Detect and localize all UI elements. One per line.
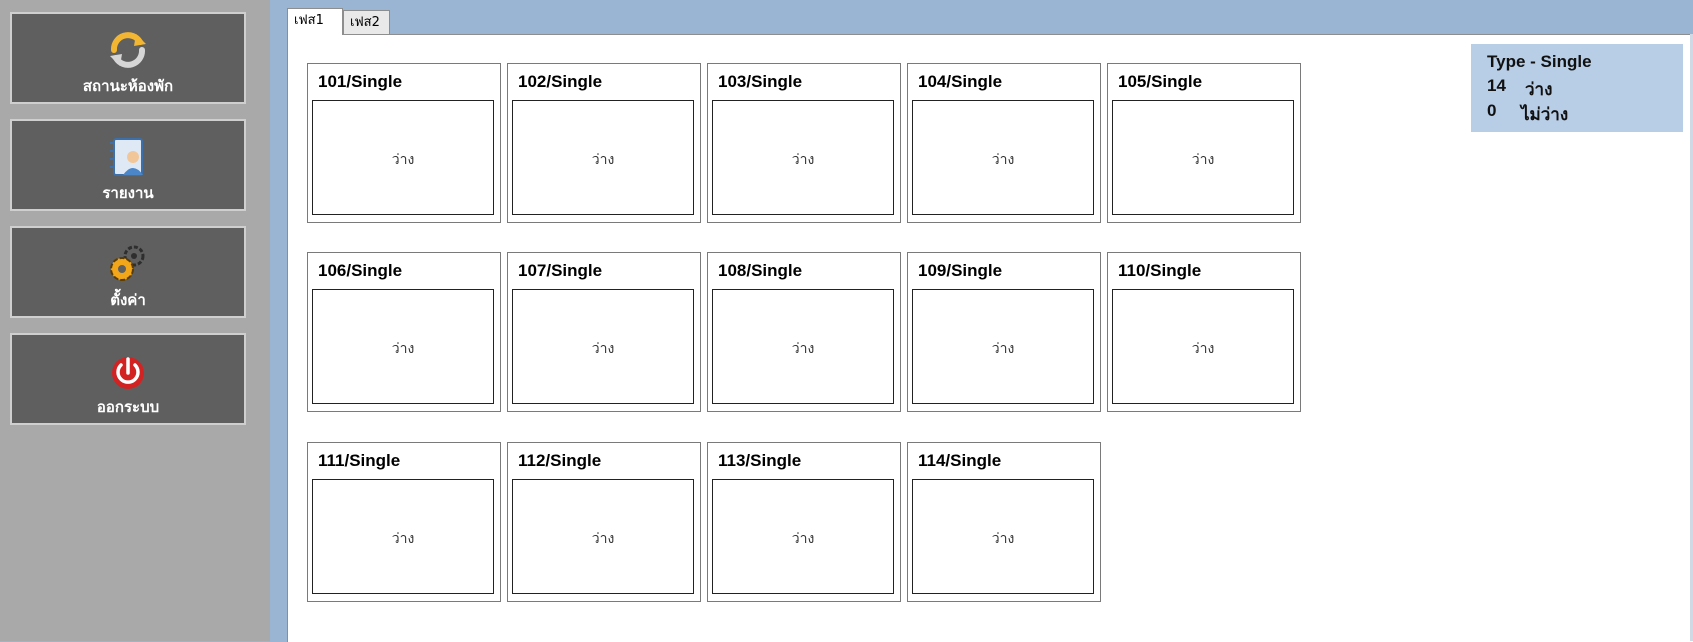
tab-phase-2-label: เฟส2: [350, 15, 380, 30]
room-status: ว่าง: [791, 341, 815, 357]
room-title: 109/Single: [918, 261, 1003, 280]
tab-phase-1[interactable]: เฟส1: [287, 8, 343, 35]
room-status-box: ว่าง: [712, 100, 894, 215]
room-card[interactable]: 103/Single ว่าง: [707, 63, 901, 223]
room-card[interactable]: 112/Single ว่าง: [507, 442, 701, 602]
room-title: 107/Single: [518, 261, 603, 280]
room-card[interactable]: 107/Single ว่าง: [507, 252, 701, 412]
room-card[interactable]: 105/Single ว่าง: [1107, 63, 1301, 223]
room-status-box: ว่าง: [312, 479, 494, 594]
room-card[interactable]: 110/Single ว่าง: [1107, 252, 1301, 412]
room-title: 101/Single: [318, 72, 403, 91]
room-title: 106/Single: [318, 261, 403, 280]
room-status-box: ว่าง: [512, 479, 694, 594]
room-title: 112/Single: [518, 451, 602, 470]
report-label: รายงาน: [102, 184, 154, 202]
room-status: ว่าง: [591, 152, 615, 168]
gear-icon: [106, 242, 150, 286]
room-card[interactable]: 102/Single ว่าง: [507, 63, 701, 223]
room-card[interactable]: 101/Single ว่าง: [307, 63, 501, 223]
settings-button[interactable]: ตั้งค่า: [10, 226, 246, 318]
room-status-box: ว่าง: [312, 100, 494, 215]
sidebar: สถานะห้องพัก รายงาน ตั้งค่า ออกระบบ: [0, 0, 270, 641]
room-status-box: ว่าง: [1112, 100, 1294, 215]
room-status: ว่าง: [1191, 341, 1215, 357]
room-title: 114/Single: [918, 451, 1002, 470]
power-icon: [106, 349, 150, 393]
room-title: 113/Single: [718, 451, 802, 470]
logout-label: ออกระบบ: [96, 398, 160, 416]
logout-button[interactable]: ออกระบบ: [10, 333, 246, 425]
report-book-icon: [106, 135, 150, 179]
tab-phase-1-label: เฟส1: [294, 13, 324, 28]
room-title: 110/Single: [1118, 261, 1202, 280]
room-title: 108/Single: [718, 261, 803, 280]
room-card[interactable]: 114/Single ว่าง: [907, 442, 1101, 602]
room-status: ว่าง: [591, 341, 615, 357]
room-status-box: ว่าง: [512, 100, 694, 215]
room-status-label: สถานะห้องพัก: [82, 77, 174, 95]
room-card[interactable]: 104/Single ว่าง: [907, 63, 1101, 223]
room-status: ว่าง: [591, 531, 615, 547]
room-status-box: ว่าง: [1112, 289, 1294, 404]
summary-occupied-label: ไม่ว่าง: [1521, 105, 1569, 124]
room-title: 104/Single: [918, 72, 1003, 91]
room-status-box: ว่าง: [912, 100, 1094, 215]
room-status-box: ว่าง: [712, 479, 894, 594]
report-button[interactable]: รายงาน: [10, 119, 246, 211]
room-card[interactable]: 106/Single ว่าง: [307, 252, 501, 412]
room-status: ว่าง: [391, 531, 415, 547]
room-status-box: ว่าง: [912, 289, 1094, 404]
summary-occupied-count: 0: [1487, 101, 1497, 120]
room-status-box: ว่าง: [712, 289, 894, 404]
room-title: 103/Single: [718, 72, 803, 91]
settings-label: ตั้งค่า: [110, 291, 146, 309]
room-status-box: ว่าง: [312, 289, 494, 404]
room-card[interactable]: 113/Single ว่าง: [707, 442, 901, 602]
room-status: ว่าง: [791, 531, 815, 547]
room-title: 102/Single: [518, 72, 603, 91]
type-summary-panel: Type - Single 14 ว่าง 0 ไม่ว่าง: [1471, 44, 1683, 132]
room-status-button[interactable]: สถานะห้องพัก: [10, 12, 246, 104]
room-status: ว่าง: [991, 341, 1015, 357]
room-status: ว่าง: [391, 341, 415, 357]
room-status: ว่าง: [991, 152, 1015, 168]
room-status-box: ว่าง: [512, 289, 694, 404]
room-status: ว่าง: [391, 152, 415, 168]
tab-phase-2[interactable]: เฟส2: [343, 10, 390, 35]
room-title: 105/Single: [1118, 72, 1203, 91]
refresh-icon: [106, 28, 150, 72]
room-card[interactable]: 111/Single ว่าง: [307, 442, 501, 602]
summary-type: Type - Single: [1487, 52, 1592, 71]
room-card[interactable]: 109/Single ว่าง: [907, 252, 1101, 412]
room-title: 111/Single: [318, 451, 401, 470]
room-status: ว่าง: [991, 531, 1015, 547]
room-status: ว่าง: [791, 152, 815, 168]
room-card[interactable]: 108/Single ว่าง: [707, 252, 901, 412]
summary-available-label: ว่าง: [1525, 80, 1553, 99]
room-status-box: ว่าง: [912, 479, 1094, 594]
room-status: ว่าง: [1191, 152, 1215, 168]
summary-available-count: 14: [1487, 76, 1506, 95]
